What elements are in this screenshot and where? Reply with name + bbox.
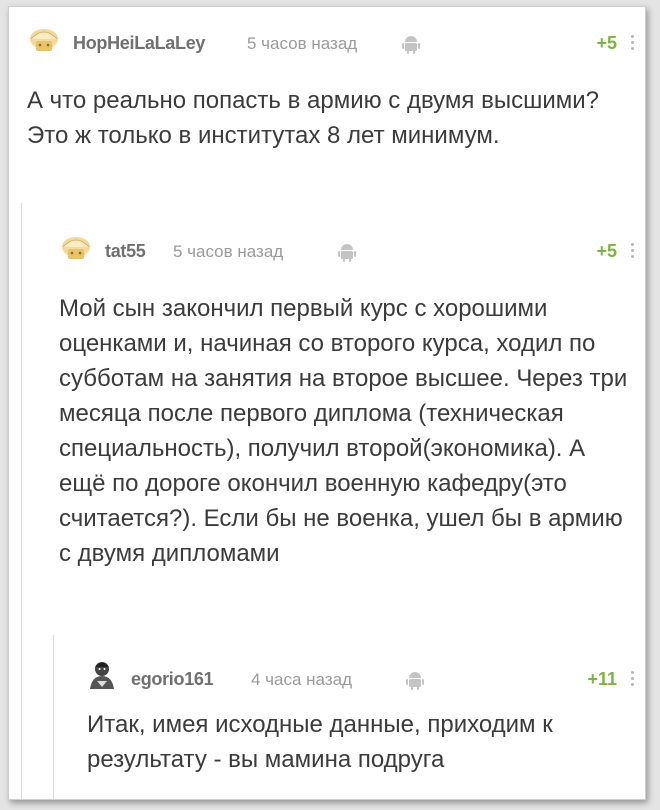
more-options-icon[interactable]: [629, 35, 635, 53]
bread-avatar-icon[interactable]: [27, 23, 61, 53]
comments-panel: HopHeiLaLaLey 5 часов назад +5 А что реа…: [8, 6, 646, 800]
android-icon: [406, 672, 424, 690]
comment-time[interactable]: 5 часов назад: [247, 34, 357, 54]
more-options-icon[interactable]: [629, 671, 635, 689]
android-icon: [402, 36, 420, 54]
rating-value: +5: [596, 33, 617, 53]
android-icon: [338, 244, 356, 262]
comment-text: Итак, имея исходные данные, приходим к р…: [87, 711, 553, 773]
comment-header: egorio161 4 часа назад +11: [65, 643, 645, 690]
comment-text: А что реально попасть в армию с двумя вы…: [27, 87, 599, 149]
bread-avatar-icon[interactable]: [59, 231, 93, 261]
username-link[interactable]: tat55: [105, 241, 146, 262]
rating-value: +5: [596, 241, 617, 261]
comment: tat55 5 часов назад +5 Мой сын закончил …: [33, 215, 645, 567]
thread-line[interactable]: [21, 203, 22, 799]
comment-header: tat55 5 часов назад +5: [33, 215, 645, 262]
comment-time[interactable]: 4 часа назад: [251, 670, 352, 690]
character-avatar-icon[interactable]: [85, 659, 119, 689]
comment: HopHeiLaLaLey 5 часов назад +5 А что реа…: [9, 7, 645, 149]
rating-value: +11: [587, 669, 617, 689]
comment-text: Мой сын закончил первый курс с хорошими …: [59, 295, 628, 567]
thread-line[interactable]: [53, 635, 54, 799]
comment: egorio161 4 часа назад +11 Итак, имея ис…: [65, 643, 645, 773]
more-options-icon[interactable]: [629, 243, 635, 261]
comment-header: HopHeiLaLaLey 5 часов назад +5: [9, 7, 645, 54]
comment-time[interactable]: 5 часов назад: [173, 242, 283, 262]
username-link[interactable]: HopHeiLaLaLey: [73, 33, 205, 54]
username-link[interactable]: egorio161: [131, 669, 214, 690]
